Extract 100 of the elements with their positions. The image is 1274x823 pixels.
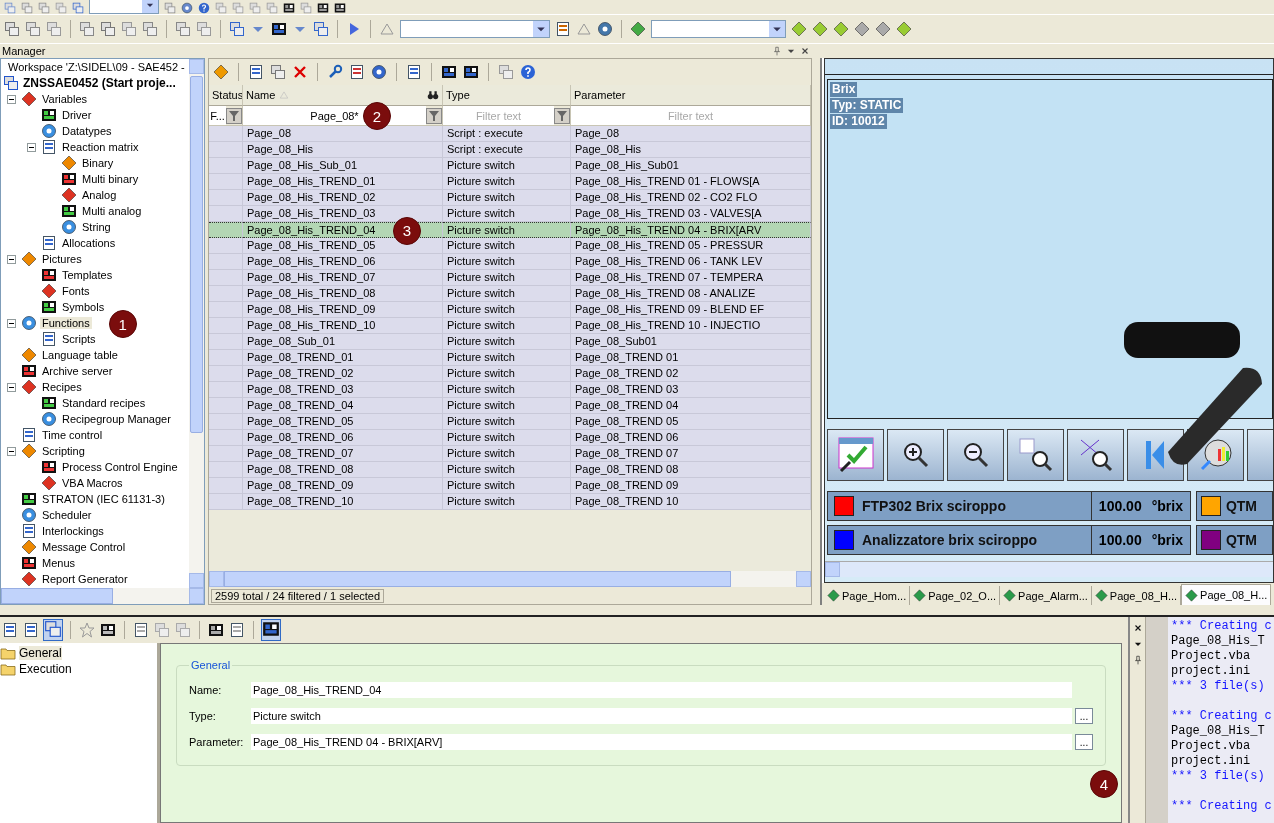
tree-item[interactable]: Datatypes bbox=[60, 125, 114, 137]
horizontal-scrollbar[interactable] bbox=[209, 571, 811, 587]
tree-item[interactable]: Reaction matrix bbox=[60, 141, 141, 153]
windows-icon[interactable] bbox=[46, 21, 62, 37]
tree-item[interactable]: Fonts bbox=[60, 285, 92, 297]
windows-icon[interactable] bbox=[313, 21, 329, 37]
collapse-toggle[interactable] bbox=[7, 382, 16, 392]
circle-icon[interactable] bbox=[371, 64, 387, 80]
document-tab[interactable]: Page_02_O... bbox=[910, 586, 1001, 605]
collapse-toggle[interactable] bbox=[7, 254, 16, 264]
tree-item[interactable]: Message Control bbox=[40, 541, 128, 553]
grid-icon[interactable] bbox=[283, 2, 295, 14]
grid-icon[interactable] bbox=[463, 64, 479, 80]
help-icon[interactable] bbox=[520, 64, 536, 80]
star-icon[interactable] bbox=[79, 622, 95, 638]
document-tab[interactable]: Page_08_H... bbox=[1181, 584, 1272, 605]
document-icon[interactable] bbox=[349, 64, 365, 80]
diamond-icon[interactable] bbox=[854, 21, 870, 37]
grid-icon[interactable] bbox=[208, 622, 224, 638]
diamond-icon[interactable] bbox=[875, 21, 891, 37]
close-icon[interactable] bbox=[800, 46, 810, 56]
document-icon[interactable] bbox=[133, 622, 149, 638]
tree-item[interactable]: VBA Macros bbox=[60, 477, 125, 489]
zoom-in-button[interactable] bbox=[887, 429, 944, 481]
tree-item[interactable]: General bbox=[19, 646, 62, 660]
calendar-button[interactable] bbox=[827, 429, 884, 481]
filter-icon[interactable] bbox=[426, 107, 442, 124]
tree-item[interactable]: Archive server bbox=[40, 365, 115, 377]
help-icon[interactable] bbox=[198, 2, 210, 14]
windows-icon[interactable] bbox=[25, 21, 41, 37]
filter-field[interactable]: Filter text bbox=[443, 106, 554, 125]
windows-icon[interactable] bbox=[270, 64, 286, 80]
tree-item[interactable]: Interlockings bbox=[40, 525, 106, 537]
windows-icon[interactable] bbox=[498, 64, 514, 80]
column-header[interactable]: Status bbox=[209, 85, 243, 106]
diamond-icon[interactable] bbox=[896, 21, 912, 37]
pin-icon[interactable] bbox=[772, 46, 782, 56]
tree-item[interactable]: Execution bbox=[19, 662, 72, 676]
tree-item[interactable]: Functions bbox=[40, 317, 92, 329]
windows-icon[interactable] bbox=[4, 21, 20, 37]
wrench-icon[interactable] bbox=[327, 64, 343, 80]
project-name[interactable]: ZNSSAE0452 (Start proje... bbox=[23, 76, 176, 90]
input-field[interactable]: Page_08_His_TREND 04 - BRIX[ARV] bbox=[251, 734, 1072, 750]
filter-icon[interactable] bbox=[226, 107, 242, 124]
collapse-toggle[interactable] bbox=[7, 446, 16, 456]
legend-row[interactable]: Analizzatore brix sciroppo 100.00 °brix bbox=[827, 525, 1191, 555]
tree-item[interactable]: Scripts bbox=[60, 333, 98, 345]
windows-icon[interactable] bbox=[44, 620, 62, 638]
vertical-scrollbar[interactable] bbox=[189, 59, 204, 588]
document-icon[interactable] bbox=[555, 21, 571, 37]
windows-icon[interactable] bbox=[121, 21, 137, 37]
column-header[interactable]: Name bbox=[243, 85, 443, 106]
tree-item[interactable]: String bbox=[80, 221, 113, 233]
zoom-reset-button[interactable] bbox=[1067, 429, 1124, 481]
windows-icon[interactable] bbox=[175, 21, 191, 37]
tree-item[interactable]: Scripting bbox=[40, 445, 87, 457]
tree-item[interactable]: Analog bbox=[80, 189, 119, 201]
tree-item[interactable]: Multi analog bbox=[80, 205, 144, 217]
diamond-icon[interactable] bbox=[213, 64, 229, 80]
tree-item[interactable]: Pictures bbox=[40, 253, 84, 265]
legend-row[interactable]: FTP302 Brix sciroppo 100.00 °brix bbox=[827, 491, 1191, 521]
windows-icon[interactable] bbox=[196, 21, 212, 37]
column-header[interactable]: Parameter bbox=[571, 85, 811, 106]
legend-row[interactable]: QTM bbox=[1195, 491, 1273, 521]
input-field[interactable]: Picture switch bbox=[251, 708, 1072, 724]
grid-icon[interactable] bbox=[100, 622, 116, 638]
document-icon[interactable] bbox=[23, 622, 39, 638]
tree-item[interactable]: Symbols bbox=[60, 301, 107, 313]
filter-field[interactable]: Filter text bbox=[571, 106, 810, 125]
grid-icon[interactable] bbox=[334, 2, 346, 14]
grid-icon[interactable] bbox=[441, 64, 457, 80]
grid-icon[interactable] bbox=[262, 620, 280, 638]
binoculars-icon[interactable] bbox=[427, 89, 439, 101]
collapse-toggle[interactable] bbox=[7, 318, 16, 328]
tree-item[interactable]: Recipegroup Manager bbox=[60, 413, 173, 425]
tree-item[interactable]: Menus bbox=[40, 557, 78, 569]
tree-item[interactable]: Binary bbox=[80, 157, 116, 169]
filter-icon[interactable] bbox=[554, 107, 570, 124]
horizontal-scrollbar[interactable] bbox=[825, 561, 1273, 577]
windows-icon[interactable] bbox=[229, 21, 245, 37]
close-icon[interactable] bbox=[1132, 623, 1143, 633]
tree-item[interactable]: Allocations bbox=[60, 237, 118, 249]
circle-icon[interactable] bbox=[597, 21, 613, 37]
tree-item[interactable]: Language table bbox=[40, 349, 120, 361]
document-icon[interactable] bbox=[406, 64, 422, 80]
diamond-icon[interactable] bbox=[833, 21, 849, 37]
tree-item[interactable]: Multi binary bbox=[80, 173, 141, 185]
dropdown-field[interactable] bbox=[651, 20, 786, 38]
collapse-toggle[interactable] bbox=[7, 94, 16, 104]
tree-item[interactable]: Scheduler bbox=[40, 509, 94, 521]
document-icon[interactable] bbox=[248, 64, 264, 80]
zoom-area-button[interactable] bbox=[1007, 429, 1064, 481]
tree-item[interactable]: Time control bbox=[40, 429, 105, 441]
diamond-icon[interactable] bbox=[812, 21, 828, 37]
dropdown-field[interactable] bbox=[400, 20, 550, 38]
document-icon[interactable] bbox=[229, 622, 245, 638]
circle-icon[interactable] bbox=[181, 2, 193, 14]
filter-field[interactable]: F... bbox=[209, 106, 226, 125]
browse-button[interactable]: ... bbox=[1075, 734, 1093, 750]
zoom-out-button[interactable] bbox=[947, 429, 1004, 481]
